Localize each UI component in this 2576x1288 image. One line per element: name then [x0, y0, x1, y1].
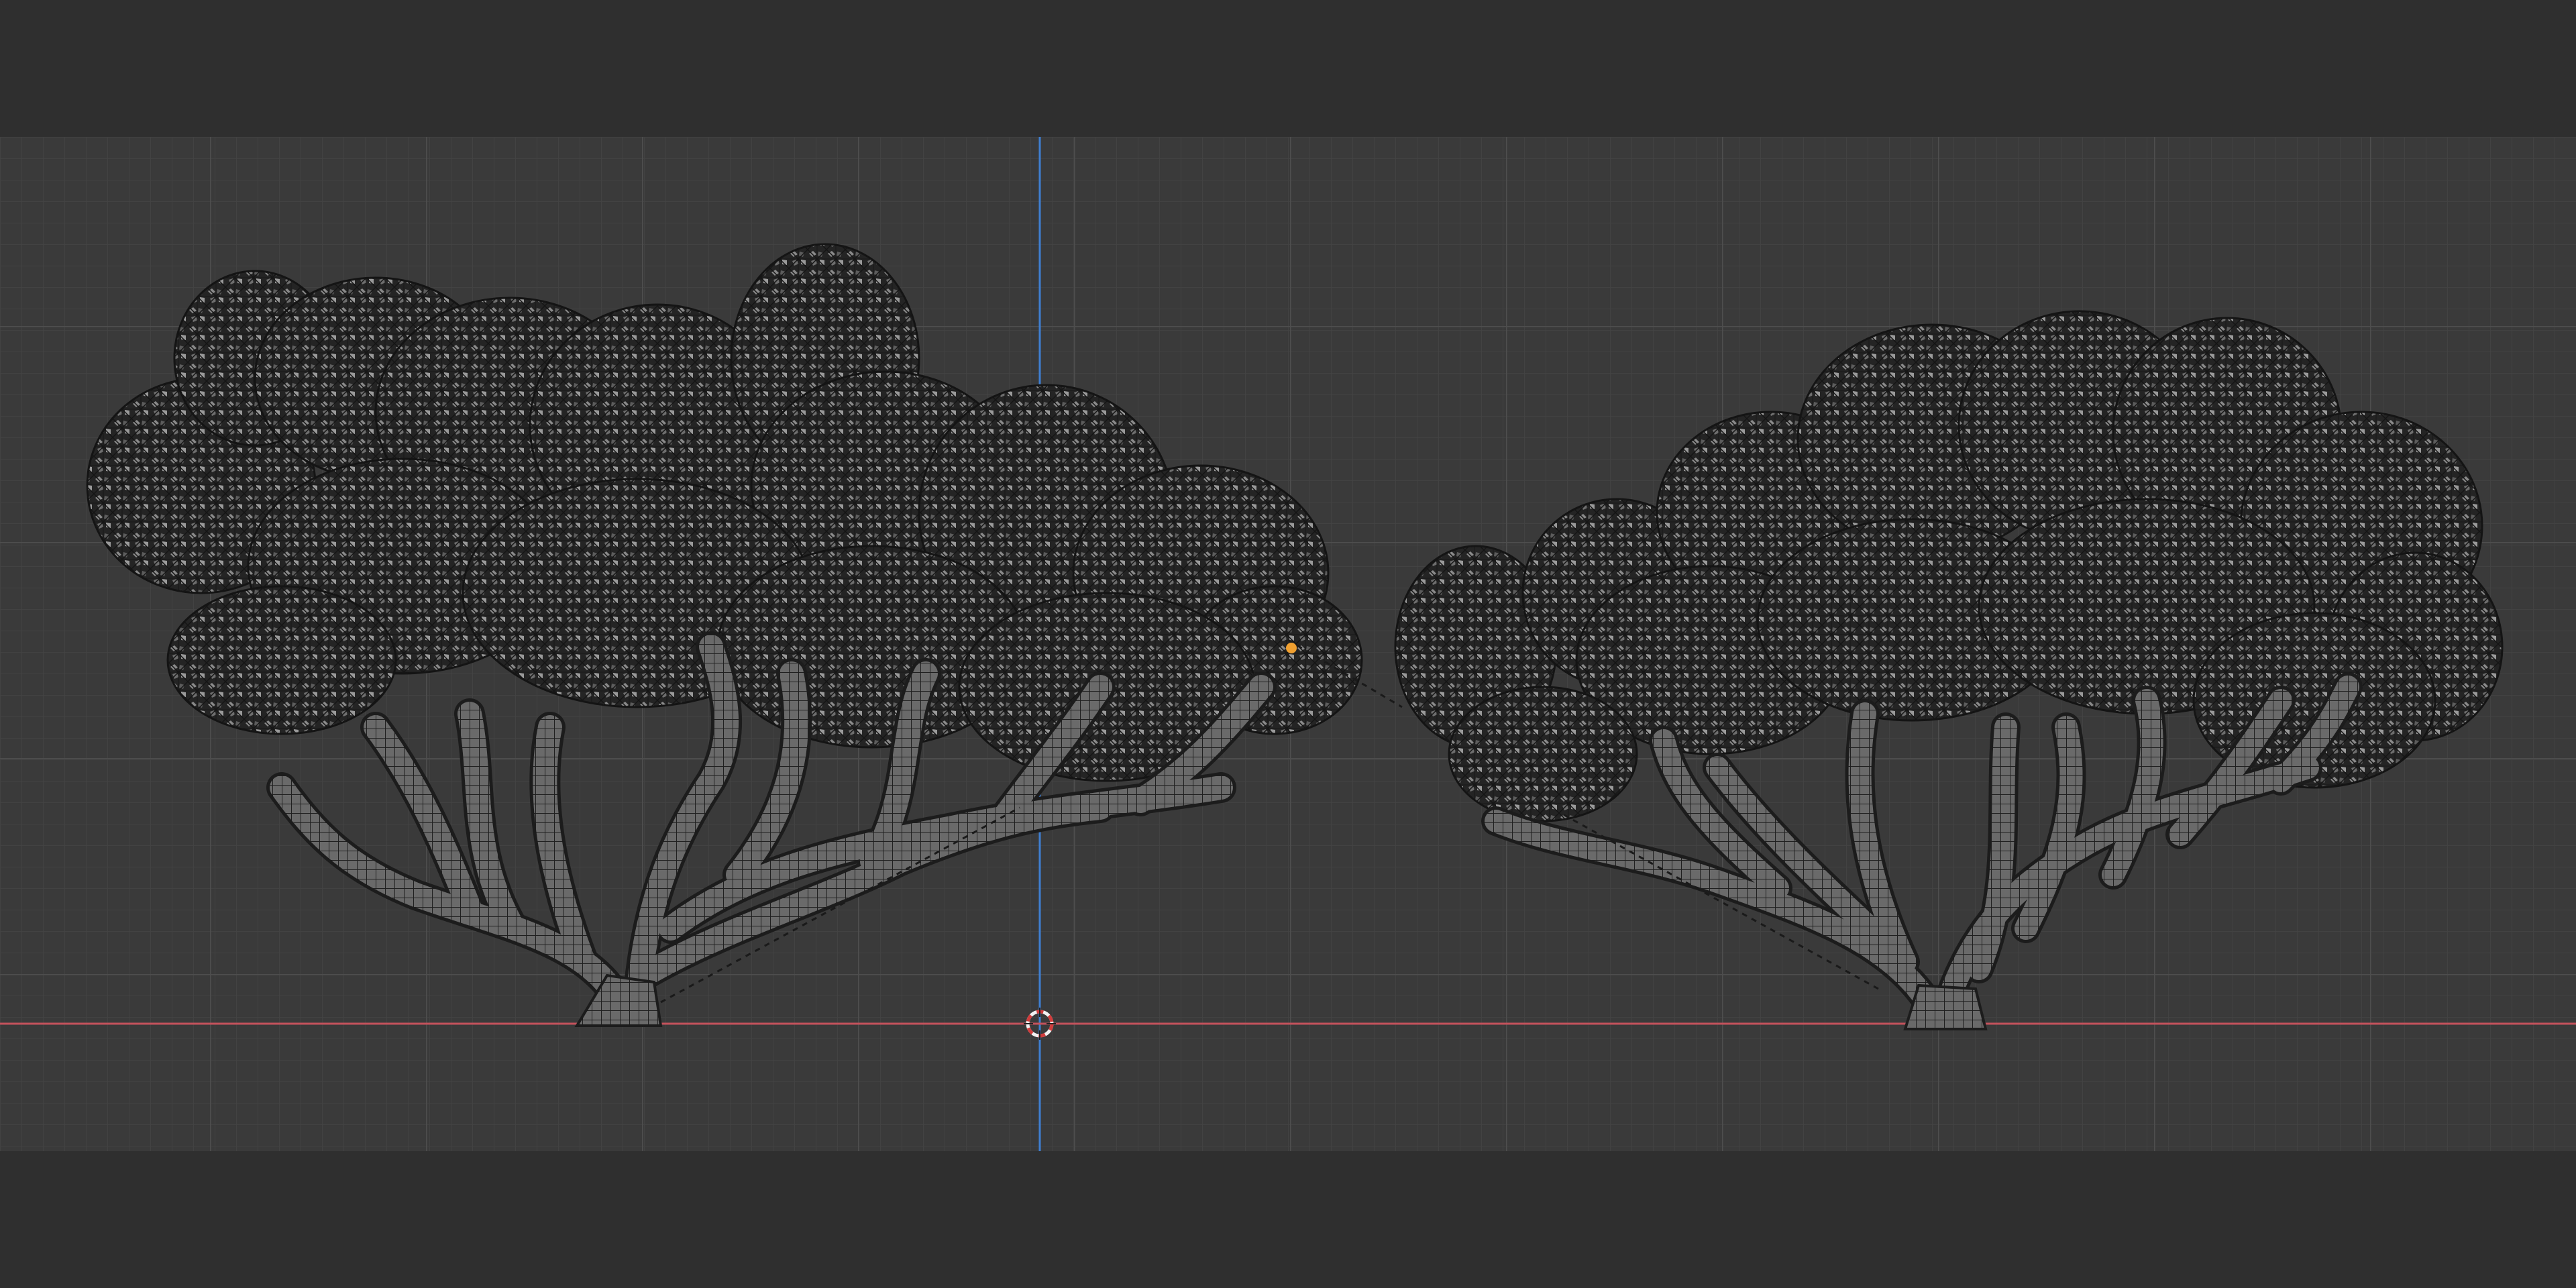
tree-left-origin-dot[interactable]	[1286, 643, 1297, 653]
3d-viewport[interactable]	[0, 137, 2576, 1151]
bottom-letterbox	[0, 1151, 2576, 1288]
blender-screen	[0, 0, 2576, 1288]
tree-right-trunk-base	[1903, 983, 1988, 1030]
top-letterbox	[0, 0, 2576, 137]
